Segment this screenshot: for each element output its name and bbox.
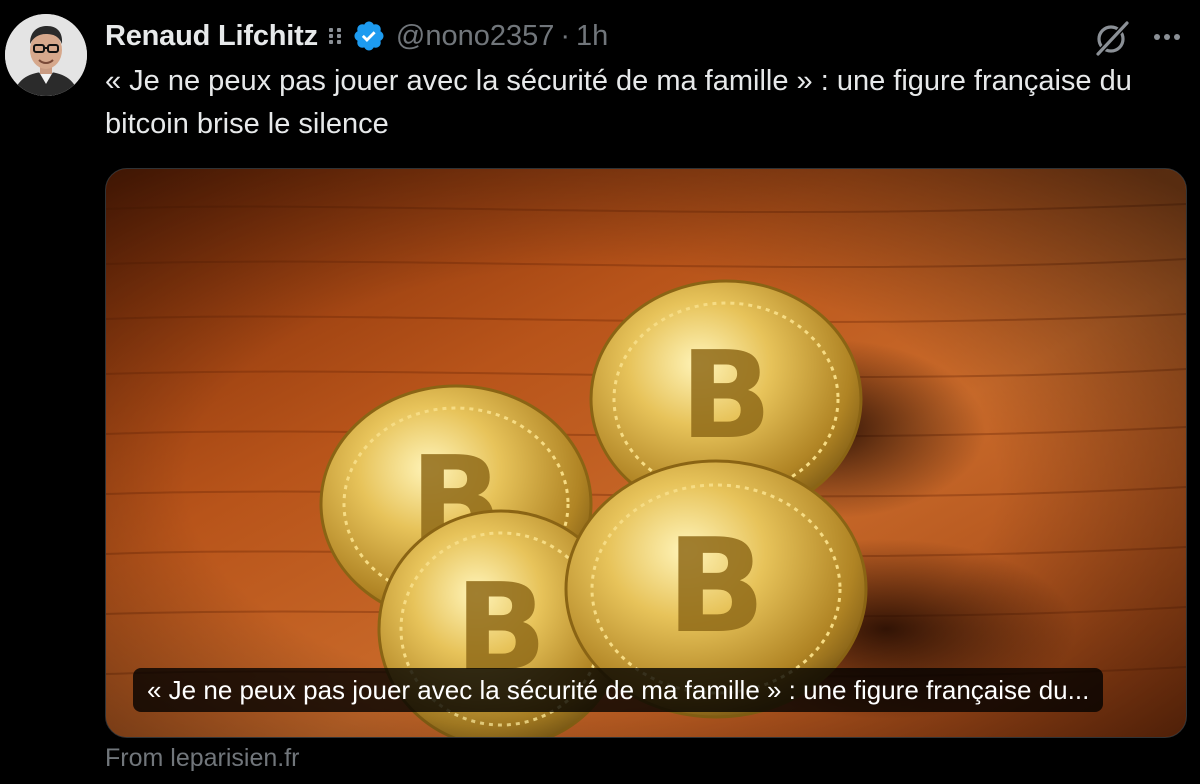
tweet-text: « Je ne peux pas jouer avec la sécurité … <box>105 65 1132 140</box>
author-display-name[interactable]: Renaud Lifchitz <box>105 20 318 53</box>
separator-dot: · <box>560 19 571 52</box>
card-title: « Je ne peux pas jouer avec la sécurité … <box>133 668 1104 712</box>
bitcoin-coins-photo: B B B B <box>106 169 1186 737</box>
verified-badge-icon[interactable] <box>352 19 386 53</box>
tweet-header: Renaud Lifchitz @nono2357 · 1h <box>105 17 608 55</box>
more-options-icon[interactable] <box>1150 22 1184 52</box>
grid-dots-icon <box>328 27 344 45</box>
card-source-link[interactable]: From leparisien.fr <box>105 744 300 773</box>
avatar-image <box>5 14 87 96</box>
grok-icon[interactable] <box>1092 18 1132 58</box>
author-handle[interactable]: @nono2357 <box>396 20 554 53</box>
author-avatar[interactable] <box>5 14 87 96</box>
tweet[interactable]: Renaud Lifchitz @nono2357 · 1h « Je ne p… <box>0 0 1200 784</box>
tweet-timestamp[interactable]: 1h <box>576 20 608 53</box>
link-card[interactable]: B B B B « Je ne peux pas jouer avec la s… <box>105 168 1187 738</box>
